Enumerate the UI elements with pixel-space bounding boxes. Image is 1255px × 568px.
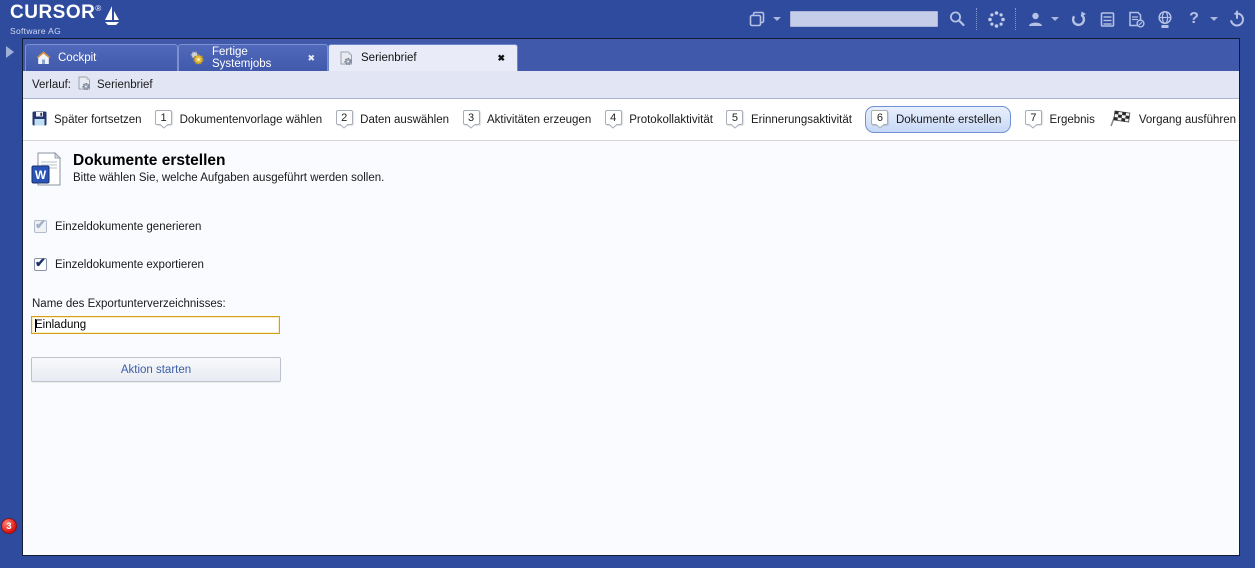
generate-documents-label: Einzeldokumente generieren xyxy=(55,221,201,233)
step-number-marker: 5 xyxy=(726,110,744,129)
sidebar-expander-icon[interactable] xyxy=(6,46,14,58)
step-number-marker: 6 xyxy=(871,110,889,129)
breadcrumb-label: Verlauf: xyxy=(32,79,71,91)
header-separator xyxy=(1015,8,1016,30)
wizard-toolbar: Später fortsetzen 1 Dokumentenvorlage wä… xyxy=(23,99,1239,141)
step-label: Dokumentenvorlage wählen xyxy=(180,114,323,126)
generate-documents-checkbox: ✔ xyxy=(34,220,47,233)
export-directory-input[interactable]: Einladung xyxy=(31,316,280,334)
document-gear-icon xyxy=(77,76,92,94)
breadcrumb-item-label: Serienbrief xyxy=(97,79,153,91)
spinner-icon xyxy=(986,8,1006,30)
tab-bar: Cockpit Fertige Systemjobs ✖ xyxy=(23,39,1239,71)
svg-text:W: W xyxy=(35,168,47,182)
wizard-step-7[interactable]: 7 Ergebnis xyxy=(1024,110,1094,129)
tab-label: Cockpit xyxy=(58,52,167,64)
window-frame: Cockpit Fertige Systemjobs ✖ xyxy=(0,38,1255,568)
start-action-button[interactable]: Aktion starten xyxy=(31,357,281,382)
notification-badge[interactable]: 3 xyxy=(1,518,17,534)
globe-user-icon[interactable] xyxy=(1155,8,1175,30)
breadcrumb-item[interactable]: Serienbrief xyxy=(77,76,153,94)
app-logo: CURSOR ® Software AG xyxy=(10,3,121,36)
step-label: Daten auswählen xyxy=(360,114,449,126)
export-documents-label: Einzeldokumente exportieren xyxy=(55,259,204,271)
windows-icon[interactable] xyxy=(747,8,767,30)
wizard-step-5[interactable]: 5 Erinnerungsaktivität xyxy=(726,110,852,129)
search-icon[interactable] xyxy=(947,8,967,30)
wizard-step-4[interactable]: 4 Protokollaktivität xyxy=(604,110,713,129)
power-icon[interactable] xyxy=(1227,8,1247,30)
step-label: Erinnerungsaktivität xyxy=(751,114,852,126)
execute-process-button[interactable]: Vorgang ausführen xyxy=(1108,110,1236,130)
wizard-content: W Dokumente erstellen Bitte wählen Sie, … xyxy=(23,141,1239,555)
breadcrumb-bar: Verlauf: Serienbrief xyxy=(23,71,1239,99)
refresh-icon[interactable] xyxy=(1068,8,1088,30)
checkered-flag-icon xyxy=(1108,110,1132,130)
save-later-button[interactable]: Später fortsetzen xyxy=(32,111,142,129)
header-separator xyxy=(976,8,977,30)
step-number-marker: 2 xyxy=(335,110,353,129)
user-icon[interactable] xyxy=(1025,8,1045,30)
gears-icon xyxy=(189,50,205,66)
wizard-step-3[interactable]: 3 Aktivitäten erzeugen xyxy=(462,110,591,129)
application-window: CURSOR ® Software AG xyxy=(0,0,1255,568)
tab-fertige-systemjobs[interactable]: Fertige Systemjobs ✖ xyxy=(178,44,328,71)
global-search-input[interactable] xyxy=(790,11,938,27)
wizard-step-6-active[interactable]: 6 Dokumente erstellen xyxy=(865,106,1011,133)
export-documents-checkbox[interactable]: ✔ xyxy=(34,258,47,271)
page-subtitle: Bitte wählen Sie, welche Aufgaben ausgef… xyxy=(73,172,384,184)
export-directory-label: Name des Exportunterverzeichnisses: xyxy=(32,298,1231,310)
windows-caret-icon[interactable] xyxy=(773,17,781,21)
wizard-step-1[interactable]: 1 Dokumentenvorlage wählen xyxy=(155,110,323,129)
tab-cockpit[interactable]: Cockpit xyxy=(25,44,178,71)
app-header: CURSOR ® Software AG xyxy=(0,0,1255,38)
page-title: Dokumente erstellen xyxy=(73,152,384,170)
user-caret-icon[interactable] xyxy=(1051,17,1059,21)
help-caret-icon[interactable] xyxy=(1210,17,1218,21)
checkbox-row-generate: ✔ Einzeldokumente generieren xyxy=(34,220,1231,233)
tab-close-icon[interactable]: ✖ xyxy=(495,53,507,64)
checkmark-icon: ✔ xyxy=(35,220,46,230)
wizard-step-2[interactable]: 2 Daten auswählen xyxy=(335,110,449,129)
step-label: Protokollaktivität xyxy=(629,114,713,126)
tab-close-icon[interactable]: ✖ xyxy=(305,53,317,64)
brand-name: CURSOR xyxy=(10,3,95,22)
step-number-marker: 4 xyxy=(604,110,622,129)
floppy-disk-icon xyxy=(32,111,47,129)
word-document-icon: W xyxy=(31,152,63,191)
server-icon[interactable] xyxy=(1097,8,1117,30)
help-icon[interactable]: ? xyxy=(1184,8,1204,30)
registered-mark: ® xyxy=(95,4,101,13)
step-number-marker: 7 xyxy=(1024,110,1042,129)
document-gear-icon xyxy=(339,51,354,66)
checkmark-icon: ✔ xyxy=(35,258,46,268)
tab-label: Serienbrief xyxy=(361,52,488,64)
step-label: Ergebnis xyxy=(1049,114,1094,126)
save-later-label: Später fortsetzen xyxy=(54,114,142,126)
step-label: Dokumente erstellen xyxy=(896,114,1001,126)
tab-label: Fertige Systemjobs xyxy=(212,46,298,70)
document-edit-icon[interactable] xyxy=(1126,8,1146,30)
step-number-marker: 3 xyxy=(462,110,480,129)
sailboat-icon xyxy=(103,5,121,27)
home-icon xyxy=(36,51,51,65)
execute-process-label: Vorgang ausführen xyxy=(1139,114,1236,126)
checkbox-row-export: ✔ Einzeldokumente exportieren xyxy=(34,258,1231,271)
main-panel: Cockpit Fertige Systemjobs ✖ xyxy=(22,38,1240,556)
tab-serienbrief[interactable]: Serienbrief ✖ xyxy=(328,44,518,71)
step-number-marker: 1 xyxy=(155,110,173,129)
export-directory-value: Einladung xyxy=(35,319,86,331)
step-label: Aktivitäten erzeugen xyxy=(487,114,591,126)
brand-subtitle: Software AG xyxy=(10,26,121,36)
